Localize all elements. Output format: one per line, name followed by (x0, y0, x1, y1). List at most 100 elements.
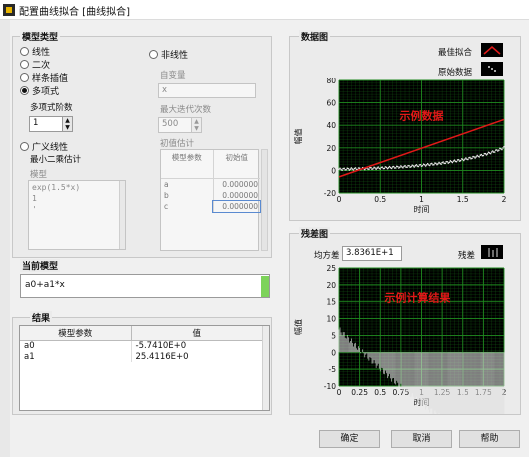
y-tick-label: 25 (326, 264, 336, 273)
raw-data-point (437, 162, 439, 165)
max-iter-input[interactable]: 500 (158, 117, 192, 133)
init-cell-param: b (161, 189, 214, 201)
model-textarea[interactable]: exp(1.5*x) 1 ' (28, 180, 126, 250)
current-model-indicator (261, 276, 269, 297)
raw-data-point (457, 158, 460, 161)
raw-data-point (493, 151, 496, 153)
max-iter-label: 最大迭代次数 (160, 105, 212, 115)
radio-circle-selected[interactable] (20, 86, 29, 95)
residual-graph-svg: 00.250.50.7511.251.51.752-10-50510152025… (293, 264, 507, 414)
radio-circle[interactable] (20, 47, 29, 56)
y-tick-label: 15 (326, 298, 336, 307)
y-tick-label: 80 (326, 78, 336, 85)
raw-data-point (469, 156, 471, 159)
mse-label: 均方差 (314, 251, 340, 261)
results-cell-param: a1 (20, 351, 132, 362)
model-label: 模型 (30, 170, 48, 180)
legend-raw-label: 原始数据 (438, 68, 473, 78)
legend-residual-label: 残差 (458, 251, 476, 261)
poly-order-input[interactable]: 1 (29, 116, 63, 132)
table-row: a1 25.4116E+0 (20, 351, 262, 362)
x-tick-label: 1.5 (457, 195, 469, 204)
legend-raw-icon (488, 66, 496, 72)
radio-nonlinear[interactable]: 非线性 (149, 48, 188, 61)
x-tick-label: 0.5 (374, 195, 386, 204)
help-button[interactable]: 帮助 (459, 430, 520, 448)
raw-data-point (467, 158, 469, 161)
raw-data-point (433, 163, 435, 166)
radio-circle[interactable] (149, 50, 158, 59)
radio-label: 二次 (32, 61, 51, 71)
radio-general-ls[interactable]: 广义线性 (20, 140, 68, 153)
indep-var-input[interactable]: x (158, 83, 256, 98)
radio-circle[interactable] (20, 60, 29, 69)
raw-data-point (379, 168, 382, 170)
radio-label: 多项式 (32, 87, 60, 97)
legend-residual-icon (488, 248, 498, 257)
poly-order-label: 多项式阶数 (30, 103, 73, 113)
ok-button[interactable]: 确定 (319, 430, 380, 448)
radio-label: 样条插值 (32, 74, 69, 84)
radio-spline[interactable]: 样条插值 (20, 71, 68, 84)
table-row: b 0.000000 (161, 189, 260, 201)
stepper-buttons[interactable]: ▲ ▼ (192, 117, 202, 133)
init-header-value: 初始值 (225, 153, 249, 162)
init-cell-param: c (161, 200, 214, 212)
raw-data-point (392, 165, 395, 168)
data-graph-svg: 0 0.5 1 1.5 2-20020406080时间幅值示例数据 (293, 78, 507, 214)
raw-data-point (475, 156, 477, 158)
legend-fit-label: 最佳拟合 (438, 48, 473, 58)
raw-data-point (372, 167, 374, 170)
general-ls-sub-label: 最小二乘估计 (30, 155, 82, 165)
raw-data-point (421, 164, 424, 167)
y-tick-label: 5 (331, 331, 336, 340)
raw-data-point (408, 164, 410, 167)
raw-data-point (502, 147, 504, 149)
stepper-down-icon[interactable]: ▼ (192, 125, 201, 132)
mse-field: 3.8361E+1 (342, 246, 402, 261)
legend-fit-swatch (481, 43, 503, 57)
model-type-label: 模型类型 (20, 30, 61, 43)
results-scrollbar[interactable] (262, 326, 269, 410)
radio-quadratic[interactable]: 二次 (20, 58, 50, 71)
stepper-buttons[interactable]: ▲ ▼ (63, 116, 73, 132)
raw-data-point (482, 154, 485, 157)
stepper-up-icon[interactable]: ▲ (63, 117, 72, 124)
title-bar: 配置曲线拟合 [曲线拟合] (0, 0, 529, 20)
max-iter-stepper[interactable]: 500 ▲ ▼ (158, 117, 202, 133)
radio-circle[interactable] (20, 73, 29, 82)
x-axis-label: 时间 (414, 204, 430, 214)
cancel-button[interactable]: 取消 (391, 430, 452, 448)
raw-data-point (462, 159, 465, 162)
raw-data-point (448, 161, 451, 164)
init-table-scrollbar[interactable] (261, 149, 268, 251)
x-tick-label: 0.25 (351, 388, 368, 397)
model-line: 1 (32, 194, 37, 203)
init-cell-value[interactable]: 0.000000 (213, 178, 260, 190)
raw-data-point (363, 168, 366, 171)
raw-data-point (417, 165, 420, 168)
raw-data-point (339, 167, 341, 170)
raw-data-point (478, 156, 481, 158)
raw-data-point (486, 153, 489, 155)
init-header-param: 模型参数 (161, 150, 214, 178)
raw-data-point (444, 162, 447, 165)
results-header-value: 值 (192, 328, 201, 339)
init-cell-value[interactable]: 0.000000 (212, 199, 261, 213)
radio-linear[interactable]: 线性 (20, 45, 50, 58)
radio-polynomial[interactable]: 多项式 (20, 84, 59, 97)
raw-data-point (431, 162, 433, 165)
init-cell-param: a (161, 178, 214, 190)
stepper-up-icon[interactable]: ▲ (192, 118, 201, 125)
poly-order-stepper[interactable]: 1 ▲ ▼ (29, 116, 73, 132)
init-estimate-label: 初值估计 (160, 139, 195, 149)
model-textarea-scrollbar[interactable] (119, 181, 125, 249)
raw-data-point (404, 164, 406, 167)
init-cell-value[interactable]: 0.000000 (213, 190, 260, 201)
raw-data-point (498, 149, 500, 151)
y-axis-label: 幅值 (293, 319, 303, 335)
stepper-down-icon[interactable]: ▼ (63, 124, 72, 131)
raw-data-point (471, 157, 473, 160)
radio-circle[interactable] (20, 142, 29, 151)
raw-data-point (343, 167, 345, 170)
